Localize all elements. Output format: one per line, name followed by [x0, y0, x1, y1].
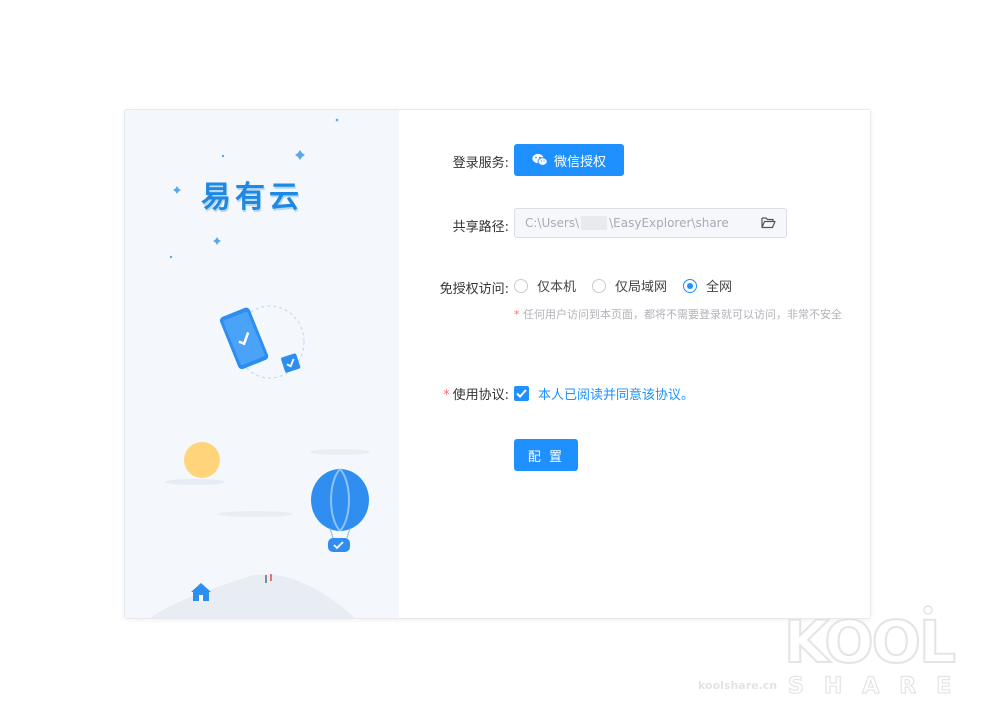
config-card: 易有云 登录服务: 微信授权 共享路径: C:\Users\ \EasyExpl… [124, 109, 871, 619]
configure-button[interactable]: 配 置 [514, 439, 578, 471]
radio-local-only[interactable]: 仅本机 [514, 276, 576, 295]
access-label: 免授权访问: [439, 282, 509, 297]
access-warning-hint: * 任何用户访问到本页面，都将不需要登录就可以访问，非常不安全 [514, 308, 842, 321]
wechat-icon [532, 153, 548, 167]
watermark-url: koolshare.cn [698, 679, 778, 692]
illustration [150, 118, 370, 618]
wechat-auth-label: 微信授权 [553, 154, 606, 170]
balloon-icon [311, 468, 369, 552]
illustration-panel: 易有云 [125, 110, 399, 618]
radio-lan-only[interactable]: 仅局域网 [592, 276, 667, 295]
radio-all-network[interactable]: 全网 [683, 276, 732, 295]
share-path-label: 共享路径: [452, 220, 509, 235]
form-panel: 登录服务: 微信授权 共享路径: C:\Users\ \EasyExplorer… [399, 110, 870, 618]
sparkle-icons [169, 118, 339, 259]
share-path-prefix: C:\Users\ [525, 216, 580, 230]
hill-shape [150, 574, 355, 618]
sun-icon [184, 442, 220, 478]
share-path-suffix: \EasyExplorer\share [609, 216, 729, 230]
agreement-label: * 使用协议: [443, 388, 509, 403]
checkmark-icon [514, 386, 529, 401]
wechat-auth-button[interactable]: 微信授权 [514, 144, 624, 176]
agreement-checkbox[interactable]: 本人已阅读并同意该协议。 [514, 384, 694, 403]
house-icon [191, 583, 211, 601]
access-radio-group: 仅本机 仅局域网 全网 [514, 276, 748, 295]
share-path-input[interactable]: C:\Users\ \EasyExplorer\share [514, 208, 787, 238]
watermark-share: SHARE [788, 674, 971, 699]
agreement-text[interactable]: 本人已阅读并同意该协议。 [538, 384, 694, 403]
phone-icon [219, 305, 305, 379]
masked-username [581, 216, 608, 230]
folder-open-icon[interactable] [761, 216, 776, 232]
login-service-label: 登录服务: [452, 156, 509, 171]
